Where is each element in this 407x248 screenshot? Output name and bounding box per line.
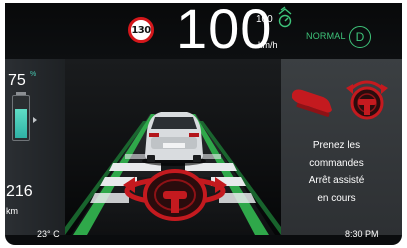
outside-temperature: 23° C	[37, 229, 60, 239]
speed-unit: km/h	[258, 40, 278, 50]
gear-value: D	[355, 30, 365, 44]
battery-percent-unit: %	[30, 71, 37, 78]
battery-fill	[15, 109, 27, 138]
driving-scene	[65, 59, 281, 235]
car-icon	[142, 112, 206, 166]
steering-wheel-icon	[346, 80, 388, 120]
cruise-set-speed: 100	[256, 14, 273, 25]
gear-indicator: D	[349, 26, 371, 48]
takeover-message: Prenez les commandes Arrêt assisté en co…	[278, 137, 395, 207]
takeover-line-4: en cours	[317, 192, 356, 204]
takeover-line-1: Prenez les	[312, 140, 361, 151]
battery-gauge	[12, 95, 30, 141]
battery-percent: 75	[8, 72, 26, 89]
takeover-line-3: Arrêt assisté	[308, 175, 365, 186]
foot-on-pedal-icon	[292, 89, 332, 117]
range-value: 216	[6, 183, 33, 200]
takeover-line-2: commandes	[309, 157, 364, 169]
battery-pointer	[33, 117, 37, 123]
speed-limit-value: 130	[131, 24, 151, 36]
range-unit: km	[6, 206, 18, 216]
clock: 8:30 PM	[345, 229, 379, 239]
speed-limit-sign: 130	[128, 17, 154, 43]
drive-mode: NORMAL	[306, 31, 346, 41]
adaptive-cruise-icon	[278, 6, 292, 28]
